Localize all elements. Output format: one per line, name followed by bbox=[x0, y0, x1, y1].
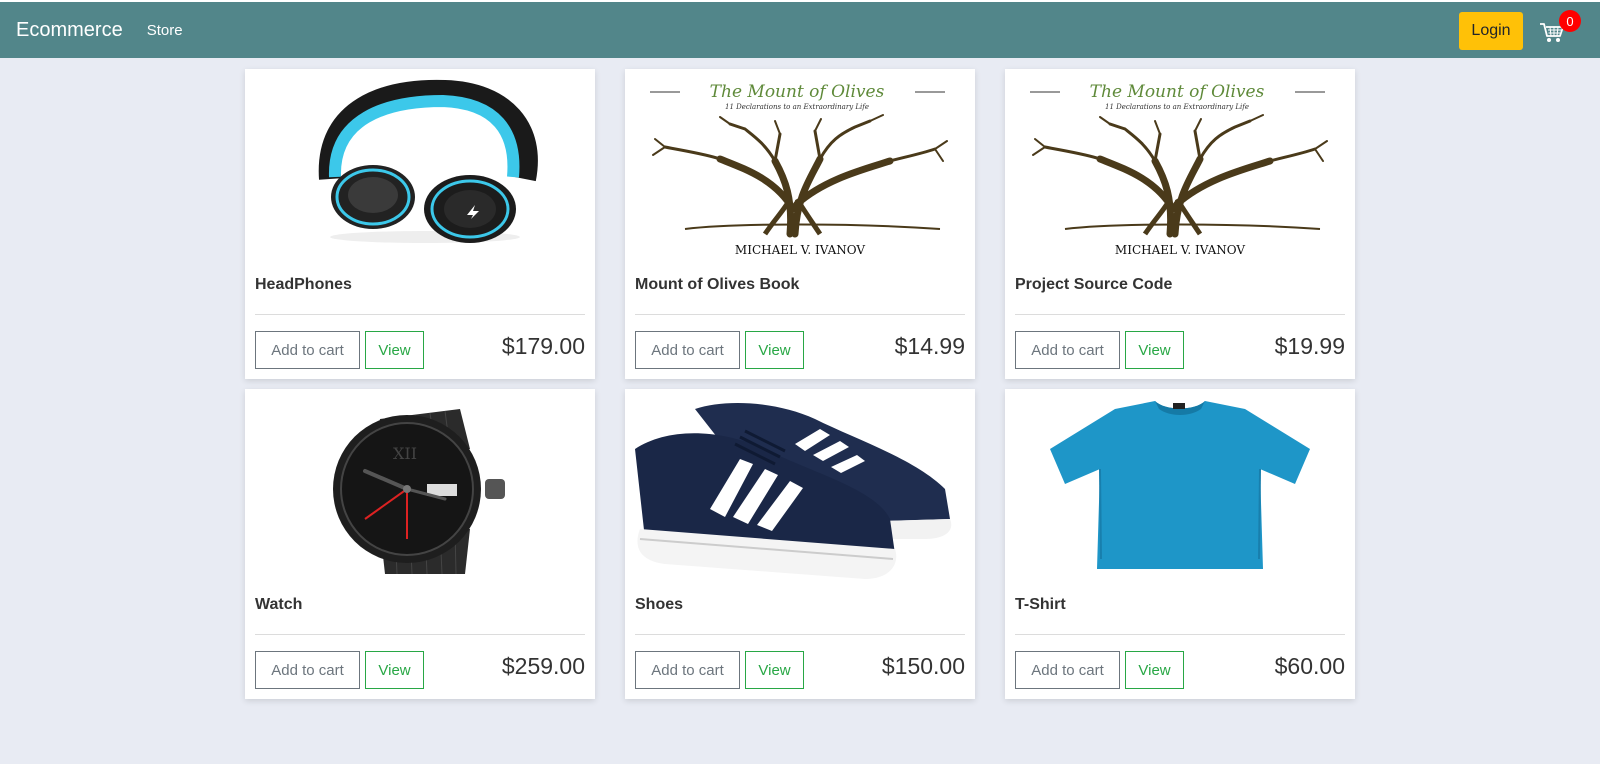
brand-link[interactable]: Ecommerce bbox=[16, 19, 123, 42]
book-cover-author: MICHAEL V. IVANOV bbox=[735, 243, 865, 257]
watch-image[interactable]: XII bbox=[245, 389, 595, 584]
view-button[interactable]: View bbox=[745, 651, 804, 689]
product-title: Project Source Code bbox=[1015, 276, 1173, 293]
product-card: HeadPhones Add to cart View $179.00 bbox=[245, 69, 595, 379]
product-grid: HeadPhones Add to cart View $179.00 The … bbox=[245, 69, 1355, 699]
divider bbox=[1015, 634, 1345, 635]
product-price: $19.99 bbox=[1274, 333, 1345, 359]
navbar: Ecommerce Store Login 0 bbox=[0, 2, 1600, 58]
divider bbox=[635, 314, 965, 315]
book-cover-image[interactable]: The Mount of Olives 11 Declarations to a… bbox=[1005, 69, 1355, 264]
product-price: $14.99 bbox=[894, 333, 965, 359]
headphones-image[interactable] bbox=[245, 69, 595, 264]
view-button[interactable]: View bbox=[1125, 331, 1184, 369]
book-cover-author: MICHAEL V. IVANOV bbox=[1115, 243, 1245, 257]
login-button[interactable]: Login bbox=[1459, 12, 1523, 50]
book-cover-title: The Mount of Olives bbox=[710, 82, 885, 102]
book-cover-subtitle: 11 Declarations to an Extraordinary Life bbox=[1105, 103, 1249, 111]
add-to-cart-button[interactable]: Add to cart bbox=[1015, 651, 1120, 689]
product-price: $259.00 bbox=[501, 653, 585, 679]
product-title: Watch bbox=[255, 596, 303, 613]
book-cover-title: The Mount of Olives bbox=[1090, 82, 1265, 102]
divider bbox=[255, 314, 585, 315]
shoes-image[interactable] bbox=[625, 389, 975, 584]
add-to-cart-button[interactable]: Add to cart bbox=[255, 331, 360, 369]
tshirt-image[interactable] bbox=[1005, 389, 1355, 584]
divider bbox=[255, 634, 585, 635]
view-button[interactable]: View bbox=[365, 331, 424, 369]
view-button[interactable]: View bbox=[1125, 651, 1184, 689]
product-title: HeadPhones bbox=[255, 276, 352, 293]
cart-count-badge: 0 bbox=[1559, 10, 1581, 32]
product-title: Shoes bbox=[635, 596, 684, 613]
view-button[interactable]: View bbox=[745, 331, 804, 369]
book-cover-subtitle: 11 Declarations to an Extraordinary Life bbox=[725, 103, 869, 111]
product-title: T-Shirt bbox=[1015, 596, 1066, 613]
svg-text:XII: XII bbox=[393, 444, 417, 463]
add-to-cart-button[interactable]: Add to cart bbox=[255, 651, 360, 689]
nav-link-store[interactable]: Store bbox=[147, 22, 183, 39]
product-title: Mount of Olives Book bbox=[635, 276, 800, 293]
view-button[interactable]: View bbox=[365, 651, 424, 689]
product-card: The Mount of Olives 11 Declarations to a… bbox=[1005, 69, 1355, 379]
product-card: Shoes Add to cart View $150.00 bbox=[625, 389, 975, 699]
product-price: $60.00 bbox=[1274, 653, 1345, 679]
divider bbox=[635, 634, 965, 635]
add-to-cart-button[interactable]: Add to cart bbox=[1015, 331, 1120, 369]
product-price: $150.00 bbox=[881, 653, 965, 679]
product-card: T-Shirt Add to cart View $60.00 bbox=[1005, 389, 1355, 699]
divider bbox=[1015, 314, 1345, 315]
product-price: $179.00 bbox=[501, 333, 585, 359]
book-cover-image[interactable]: The Mount of Olives 11 Declarations to a… bbox=[625, 69, 975, 264]
product-card: The Mount of Olives 11 Declarations to a… bbox=[625, 69, 975, 379]
add-to-cart-button[interactable]: Add to cart bbox=[635, 331, 740, 369]
product-card: XII Watch Add to cart View $259.00 bbox=[245, 389, 595, 699]
add-to-cart-button[interactable]: Add to cart bbox=[635, 651, 740, 689]
